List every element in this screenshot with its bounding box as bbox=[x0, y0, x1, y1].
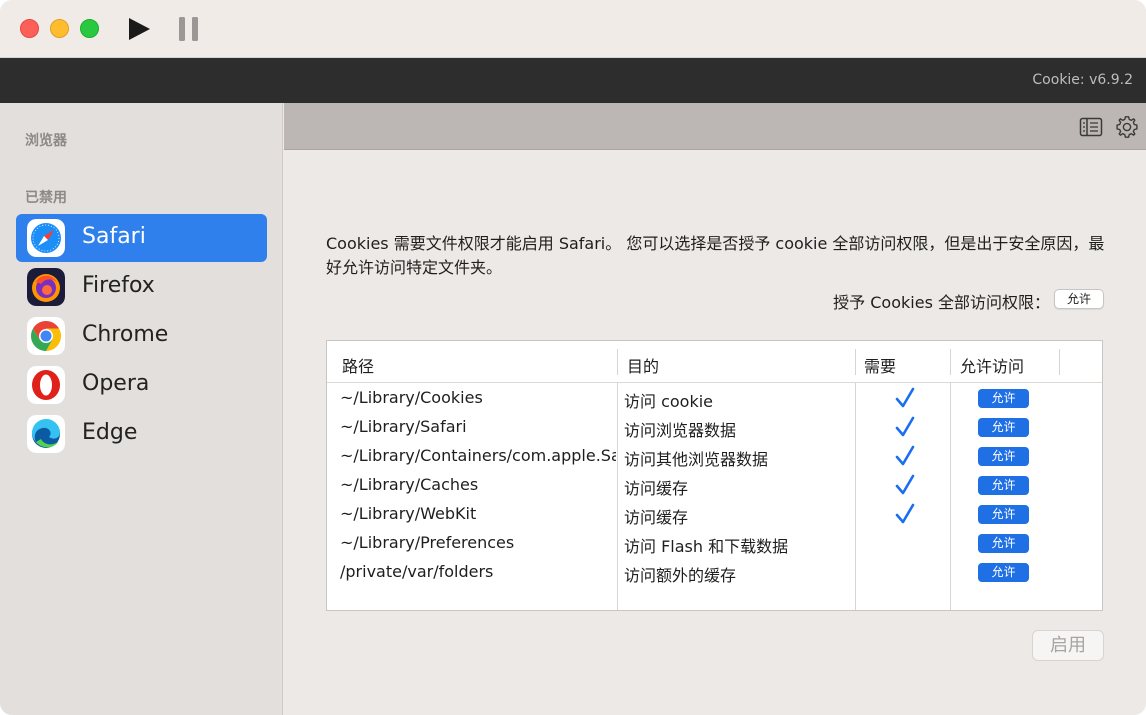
path-cell: ~/Library/Containers/com.apple.Safari bbox=[340, 446, 616, 465]
checkmark-icon bbox=[895, 416, 915, 437]
minimize-window-button[interactable] bbox=[50, 19, 69, 38]
list-view-icon[interactable] bbox=[1079, 115, 1103, 139]
checkmark-icon bbox=[895, 445, 915, 466]
column-header-allow[interactable]: 允许访问 bbox=[960, 353, 1024, 377]
sidebar: 浏览器 已禁用 Safari Firefox Chrome Opera Edge bbox=[0, 103, 283, 715]
sidebar-item-label: Safari bbox=[82, 224, 146, 249]
main-toolbar bbox=[284, 103, 1146, 150]
purpose-cell: 访问缓存 bbox=[624, 508, 689, 527]
sidebar-item-safari[interactable]: Safari bbox=[16, 214, 267, 262]
allow-access-button[interactable]: 允许 bbox=[978, 389, 1029, 408]
table-row: ~/Library/Preferences 访问 Flash 和下载数据 允许 bbox=[327, 529, 1102, 558]
allow-access-button[interactable]: 允许 bbox=[978, 534, 1029, 553]
purpose-cell: 访问 cookie bbox=[624, 392, 714, 411]
pause-icon[interactable] bbox=[177, 16, 201, 42]
checkmark-icon bbox=[895, 503, 915, 524]
maximize-window-button[interactable] bbox=[80, 19, 99, 38]
disabled-section-label: 已禁用 bbox=[25, 190, 67, 206]
allow-access-button[interactable]: 允许 bbox=[978, 418, 1029, 437]
table-row: ~/Library/Safari 访问浏览器数据 允许 bbox=[327, 413, 1102, 442]
opera-icon bbox=[27, 366, 65, 404]
app-window: Cookie: v6.9.2 浏览器 已禁用 Safari Firefox Ch… bbox=[0, 0, 1146, 715]
path-cell: ~/Library/WebKit bbox=[340, 504, 477, 523]
table-row: ~/Library/Cookies 访问 cookie 允许 bbox=[327, 384, 1102, 413]
sidebar-item-label: Edge bbox=[82, 420, 138, 445]
grant-full-access-label: 授予 Cookies 全部访问权限： bbox=[833, 293, 1050, 312]
title-bar bbox=[0, 0, 1146, 58]
folder-permission-table: 路径 目的 需要 允许访问 ~/Library/Cookies 访问 cooki… bbox=[326, 340, 1103, 611]
gear-icon[interactable] bbox=[1115, 115, 1139, 139]
purpose-cell: 访问额外的缓存 bbox=[624, 566, 737, 585]
sidebar-item-label: Firefox bbox=[82, 273, 155, 298]
play-icon[interactable] bbox=[126, 16, 152, 42]
safari-icon bbox=[27, 219, 65, 257]
purpose-cell: 访问浏览器数据 bbox=[624, 421, 737, 440]
purpose-cell: 访问缓存 bbox=[624, 479, 689, 498]
column-divider bbox=[617, 349, 618, 375]
sidebar-item-label: Opera bbox=[82, 371, 150, 396]
sidebar-item-edge[interactable]: Edge bbox=[16, 410, 267, 458]
table-row: /private/var/folders 访问额外的缓存 允许 bbox=[327, 558, 1102, 587]
column-divider bbox=[855, 349, 856, 375]
column-divider bbox=[950, 349, 951, 375]
column-header-required[interactable]: 需要 bbox=[864, 353, 896, 377]
allow-access-button[interactable]: 允许 bbox=[978, 563, 1029, 582]
sidebar-item-opera[interactable]: Opera bbox=[16, 361, 267, 409]
table-row: ~/Library/Caches 访问缓存 允许 bbox=[327, 471, 1102, 500]
edge-icon bbox=[27, 415, 65, 453]
enable-button[interactable]: 启用 bbox=[1032, 630, 1104, 661]
close-window-button[interactable] bbox=[20, 19, 39, 38]
column-divider bbox=[1059, 349, 1060, 375]
table-row: ~/Library/Containers/com.apple.Safari 访问… bbox=[327, 442, 1102, 471]
browsers-section-label: 浏览器 bbox=[25, 133, 67, 149]
checkmark-icon bbox=[895, 387, 915, 408]
checkmark-icon bbox=[895, 474, 915, 495]
path-cell: ~/Library/Caches bbox=[340, 475, 479, 494]
grant-full-access-button[interactable]: 允许 bbox=[1054, 289, 1104, 309]
chrome-icon bbox=[27, 317, 65, 355]
allow-access-button[interactable]: 允许 bbox=[978, 476, 1029, 495]
table-row: ~/Library/WebKit 访问缓存 允许 bbox=[327, 500, 1102, 529]
path-cell: /private/var/folders bbox=[340, 562, 494, 581]
column-header-purpose[interactable]: 目的 bbox=[627, 353, 659, 377]
purpose-cell: 访问 Flash 和下载数据 bbox=[624, 537, 789, 556]
sidebar-item-firefox[interactable]: Firefox bbox=[16, 263, 267, 311]
sidebar-item-label: Chrome bbox=[82, 322, 169, 347]
sidebar-item-chrome[interactable]: Chrome bbox=[16, 312, 267, 360]
firefox-icon bbox=[27, 268, 65, 306]
main-content: Cookies 需要文件权限才能启用 Safari。 您可以选择是否授予 coo… bbox=[284, 150, 1146, 715]
table-header: 路径 目的 需要 允许访问 bbox=[327, 341, 1102, 383]
version-bar: Cookie: v6.9.2 bbox=[0, 58, 1146, 103]
path-cell: ~/Library/Safari bbox=[340, 417, 467, 436]
purpose-cell: 访问其他浏览器数据 bbox=[624, 450, 769, 469]
allow-access-button[interactable]: 允许 bbox=[978, 447, 1029, 466]
allow-access-button[interactable]: 允许 bbox=[978, 505, 1029, 524]
version-label: Cookie: v6.9.2 bbox=[1032, 72, 1133, 88]
column-header-path[interactable]: 路径 bbox=[342, 353, 374, 377]
permission-description: Cookies 需要文件权限才能启用 Safari。 您可以选择是否授予 coo… bbox=[326, 234, 1105, 277]
path-cell: ~/Library/Cookies bbox=[340, 388, 483, 407]
path-cell: ~/Library/Preferences bbox=[340, 533, 515, 552]
